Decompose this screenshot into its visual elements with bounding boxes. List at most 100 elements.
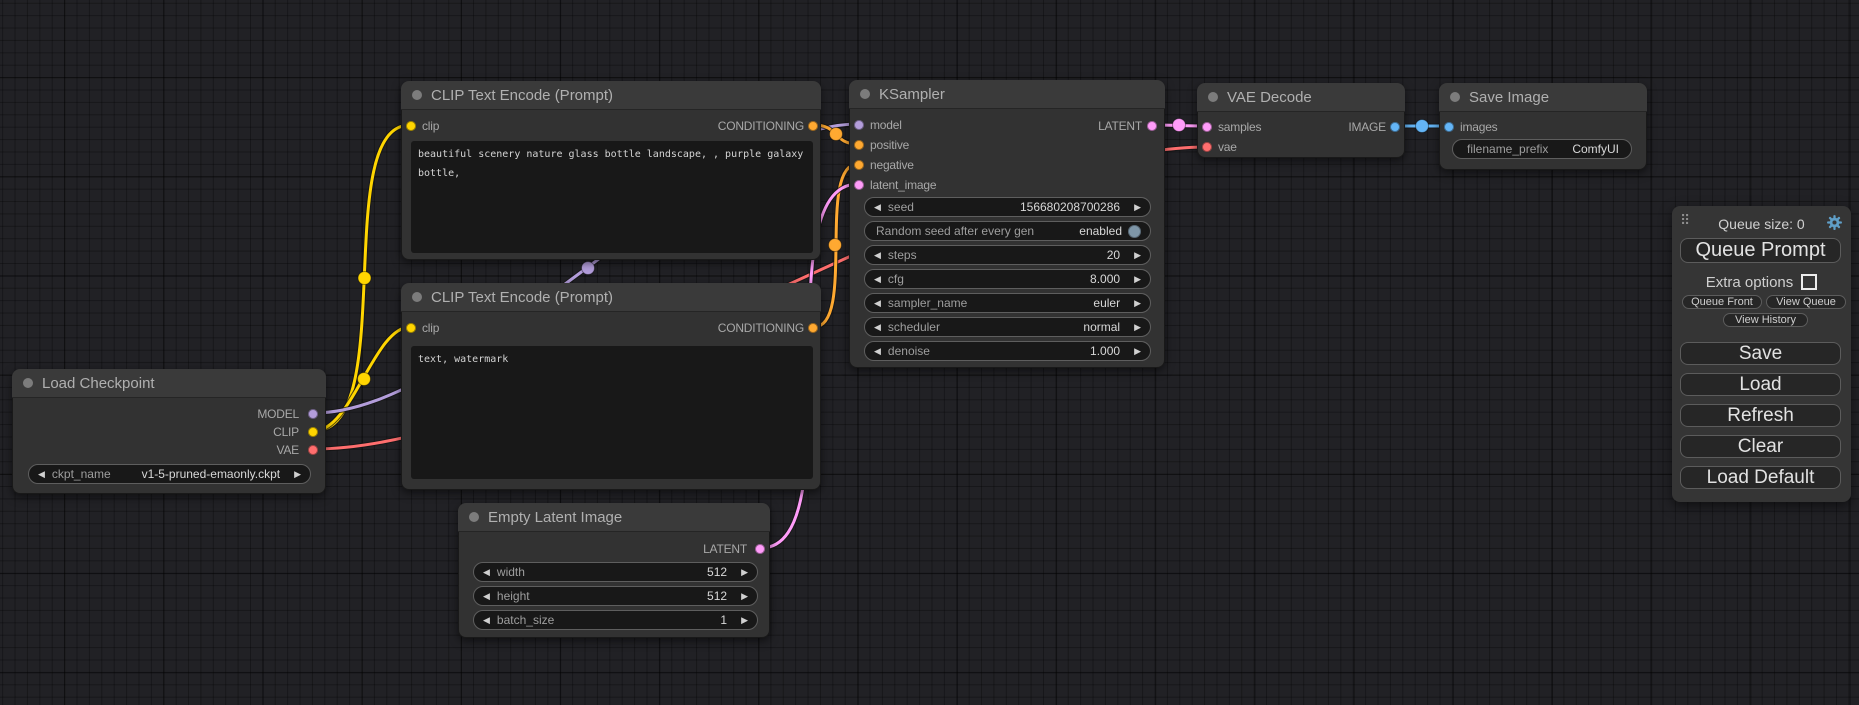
vae-output-slot[interactable] xyxy=(308,445,318,455)
cfg-widget[interactable]: ◀ cfg 8.000 ▶ xyxy=(864,269,1151,289)
latent-image-input-slot[interactable] xyxy=(854,180,864,190)
latent-output-slot[interactable] xyxy=(755,544,765,554)
sampler-name-widget[interactable]: ◀ sampler_name euler ▶ xyxy=(864,293,1151,313)
denoise-widget[interactable]: ◀ denoise 1.000 ▶ xyxy=(864,341,1151,361)
clip-input-slot[interactable] xyxy=(406,121,416,131)
increment-arrow-icon[interactable]: ▶ xyxy=(1134,245,1141,265)
positive-prompt-textarea[interactable]: beautiful scenery nature glass bottle la… xyxy=(411,141,813,253)
decrement-arrow-icon[interactable]: ◀ xyxy=(483,610,490,630)
widget-label: sampler_name xyxy=(888,296,967,310)
node-titlebar[interactable]: Empty Latent Image xyxy=(458,503,770,532)
decrement-arrow-icon[interactable]: ◀ xyxy=(874,341,881,361)
refresh-button[interactable]: Refresh xyxy=(1680,404,1841,427)
increment-arrow-icon[interactable]: ▶ xyxy=(1134,293,1141,313)
queue-menu-panel: ⠿ Queue size: 0 Queue Prompt Extra optio… xyxy=(1672,206,1851,502)
negative-input-slot[interactable] xyxy=(854,160,864,170)
increment-arrow-icon[interactable]: ▶ xyxy=(741,562,748,582)
vae-input-slot[interactable] xyxy=(1202,142,1212,152)
node-load-checkpoint[interactable]: Load Checkpoint MODEL CLIP VAE ◀ ckpt_na… xyxy=(12,369,326,494)
collapse-dot-icon[interactable] xyxy=(412,292,422,302)
node-titlebar[interactable]: Save Image xyxy=(1439,83,1647,112)
conditioning-output-slot[interactable] xyxy=(808,323,818,333)
save-button[interactable]: Save xyxy=(1680,342,1841,365)
queue-front-button[interactable]: Queue Front xyxy=(1682,295,1762,309)
image-output-slot[interactable] xyxy=(1390,122,1400,132)
queue-prompt-button[interactable]: Queue Prompt xyxy=(1680,238,1841,263)
load-default-button[interactable]: Load Default xyxy=(1680,466,1841,489)
increment-arrow-icon[interactable]: ▶ xyxy=(741,586,748,606)
node-titlebar[interactable]: KSampler xyxy=(849,80,1165,109)
decrement-arrow-icon[interactable]: ◀ xyxy=(874,317,881,337)
collapse-dot-icon[interactable] xyxy=(860,89,870,99)
conditioning-output-slot[interactable] xyxy=(808,121,818,131)
decrement-arrow-icon[interactable]: ◀ xyxy=(874,293,881,313)
widget-value: 156680208700286 xyxy=(1020,200,1120,214)
increment-arrow-icon[interactable]: ▶ xyxy=(1134,197,1141,217)
widget-label: ckpt_name xyxy=(52,467,111,481)
increment-arrow-icon[interactable]: ▶ xyxy=(1134,269,1141,289)
input-label: clip xyxy=(422,318,439,338)
node-empty-latent-image[interactable]: Empty Latent Image LATENT ◀ width 512 ▶ … xyxy=(458,503,770,638)
node-clip-text-encode-positive[interactable]: CLIP Text Encode (Prompt) clip CONDITION… xyxy=(401,81,821,260)
node-titlebar[interactable]: CLIP Text Encode (Prompt) xyxy=(401,283,821,312)
view-queue-button[interactable]: View Queue xyxy=(1766,295,1846,309)
increment-arrow-icon[interactable]: ▶ xyxy=(741,610,748,630)
steps-widget[interactable]: ◀ steps 20 ▶ xyxy=(864,245,1151,265)
negative-prompt-textarea[interactable]: text, watermark xyxy=(411,346,813,479)
output-label: CLIP xyxy=(273,422,299,442)
collapse-dot-icon[interactable] xyxy=(469,512,479,522)
increment-arrow-icon[interactable]: ▶ xyxy=(294,464,301,484)
collapse-dot-icon[interactable] xyxy=(412,90,422,100)
node-ksampler[interactable]: KSampler model LATENT positive negative … xyxy=(849,80,1165,368)
node-titlebar[interactable]: VAE Decode xyxy=(1197,83,1405,112)
scheduler-widget[interactable]: ◀ scheduler normal ▶ xyxy=(864,317,1151,337)
node-title: Load Checkpoint xyxy=(42,375,155,392)
batch-size-widget[interactable]: ◀ batch_size 1 ▶ xyxy=(473,610,758,630)
ckpt-name-widget[interactable]: ◀ ckpt_name v1-5-pruned-emaonly.ckpt ▶ xyxy=(28,464,311,484)
collapse-dot-icon[interactable] xyxy=(1208,92,1218,102)
clear-button[interactable]: Clear xyxy=(1680,435,1841,458)
clip-input-slot[interactable] xyxy=(406,323,416,333)
seed-widget[interactable]: ◀ seed 156680208700286 ▶ xyxy=(864,197,1151,217)
images-input-slot[interactable] xyxy=(1444,122,1454,132)
model-output-slot[interactable] xyxy=(308,409,318,419)
node-titlebar[interactable]: CLIP Text Encode (Prompt) xyxy=(401,81,821,110)
collapse-dot-icon[interactable] xyxy=(1450,92,1460,102)
node-titlebar[interactable]: Load Checkpoint xyxy=(12,369,326,398)
clip-output-slot[interactable] xyxy=(308,427,318,437)
queue-size-label: Queue size: 0 xyxy=(1672,216,1851,232)
model-input-slot[interactable] xyxy=(854,120,864,130)
increment-arrow-icon[interactable]: ▶ xyxy=(1134,317,1141,337)
decrement-arrow-icon[interactable]: ◀ xyxy=(874,269,881,289)
decrement-arrow-icon[interactable]: ◀ xyxy=(874,197,881,217)
samples-input-slot[interactable] xyxy=(1202,122,1212,132)
input-label: samples xyxy=(1218,117,1261,137)
latent-output-slot[interactable] xyxy=(1147,121,1157,131)
node-vae-decode[interactable]: VAE Decode samples IMAGE vae xyxy=(1197,83,1405,158)
decrement-arrow-icon[interactable]: ◀ xyxy=(874,245,881,265)
widget-label: denoise xyxy=(888,344,930,358)
collapse-dot-icon[interactable] xyxy=(23,378,33,388)
input-label: latent_image xyxy=(870,175,936,195)
node-save-image[interactable]: Save Image images filename_prefix ComfyU… xyxy=(1439,83,1647,170)
settings-gear-icon[interactable] xyxy=(1826,214,1843,231)
node-graph-canvas[interactable]: Load Checkpoint MODEL CLIP VAE ◀ ckpt_na… xyxy=(0,0,1859,705)
random-seed-toggle-widget[interactable]: Random seed after every gen enabled xyxy=(864,221,1151,241)
increment-arrow-icon[interactable]: ▶ xyxy=(1134,341,1141,361)
width-widget[interactable]: ◀ width 512 ▶ xyxy=(473,562,758,582)
height-widget[interactable]: ◀ height 512 ▶ xyxy=(473,586,758,606)
view-history-button[interactable]: View History xyxy=(1723,313,1808,327)
positive-input-slot[interactable] xyxy=(854,140,864,150)
widget-value: 1 xyxy=(720,613,727,627)
widget-value: 1.000 xyxy=(1090,344,1120,358)
decrement-arrow-icon[interactable]: ◀ xyxy=(483,586,490,606)
decrement-arrow-icon[interactable]: ◀ xyxy=(483,562,490,582)
extra-options-checkbox[interactable] xyxy=(1801,274,1817,290)
node-clip-text-encode-negative[interactable]: CLIP Text Encode (Prompt) clip CONDITION… xyxy=(401,283,821,490)
filename-prefix-widget[interactable]: filename_prefix ComfyUI xyxy=(1452,139,1632,159)
toggle-knob-icon[interactable] xyxy=(1128,225,1141,238)
link-dot xyxy=(1416,120,1429,133)
load-button[interactable]: Load xyxy=(1680,373,1841,396)
decrement-arrow-icon[interactable]: ◀ xyxy=(38,464,45,484)
input-label: images xyxy=(1460,117,1497,137)
